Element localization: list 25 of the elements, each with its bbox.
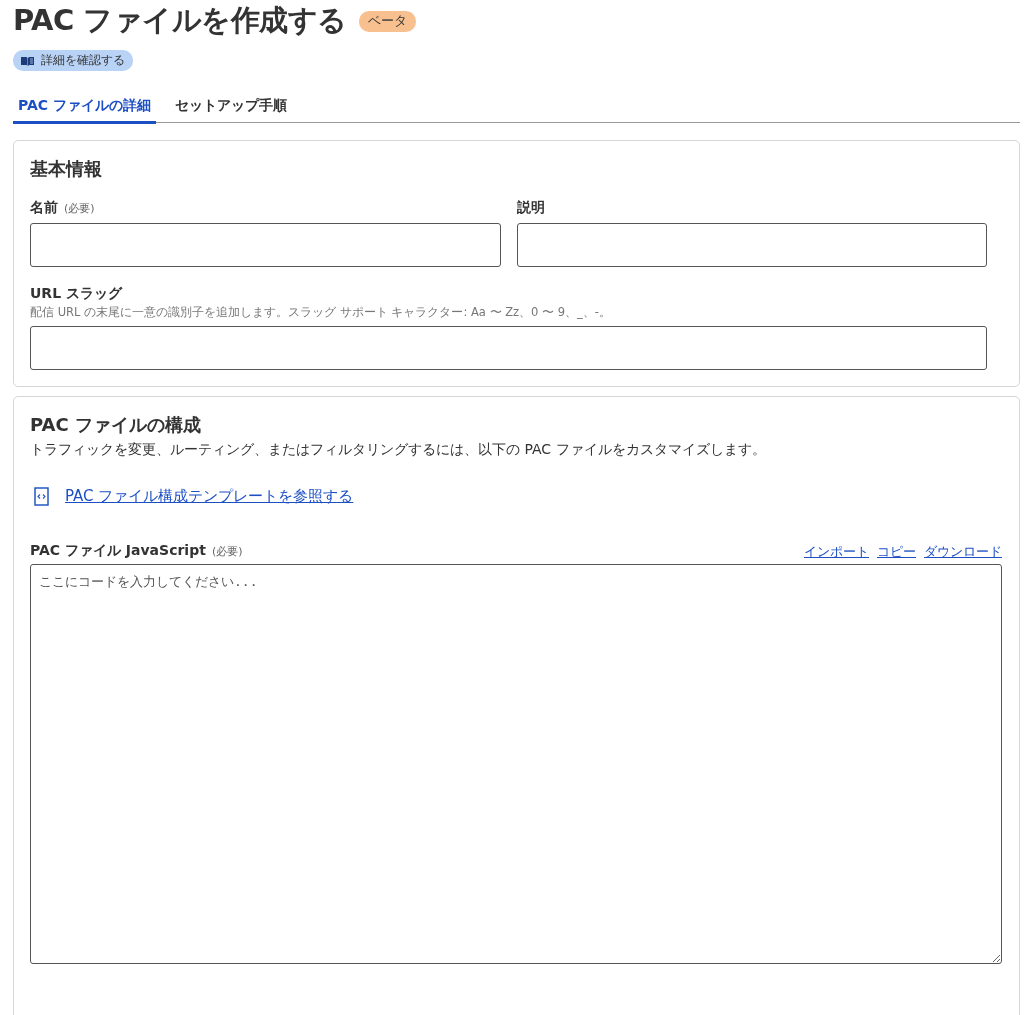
tab[interactable]: セットアップ手順 (169, 93, 292, 124)
required-note: (必要) (64, 201, 95, 216)
action-link[interactable]: インポート (804, 543, 869, 561)
required-note: (必要) (211, 544, 243, 559)
section-description: トラフィックを変更、ルーティング、またはフィルタリングするには、以下の PAC ファイルをカスタマイズします。 (30, 441, 767, 459)
field-label: 説明 (516, 199, 545, 217)
field-hint: 配信 URL の末尾に一意の識別子を追加します。スラッグ サポート キャラクター: Aa 〜 Zz、0 〜 9、_、-。 (30, 305, 612, 320)
learn-more-link[interactable]: 詳細を確認する (13, 50, 133, 71)
input-field[interactable] (30, 326, 987, 370)
section-title: PAC ファイルの構成 (30, 413, 202, 437)
action-link[interactable]: コピー (877, 543, 916, 561)
code-file-icon (34, 487, 49, 506)
book-icon (21, 55, 34, 66)
input-field[interactable] (30, 223, 501, 267)
page-title: PAC ファイルを作成する (13, 2, 347, 39)
template-link[interactable]: PAC ファイル構成テンプレートを参照する (65, 487, 354, 506)
action-link[interactable]: ダウンロード (924, 543, 1002, 561)
field-label: PAC ファイル JavaScript (30, 542, 206, 560)
field-label: 名前 (30, 199, 58, 217)
input-field[interactable] (516, 223, 987, 267)
tab[interactable]: PAC ファイルの詳細 (13, 93, 156, 124)
section-title: 基本情報 (30, 157, 103, 181)
code-editor[interactable]: ここにコードを入力してください... (30, 564, 1002, 964)
beta-badge: ベータ (358, 10, 416, 32)
field-label: URL スラッグ (30, 285, 122, 303)
